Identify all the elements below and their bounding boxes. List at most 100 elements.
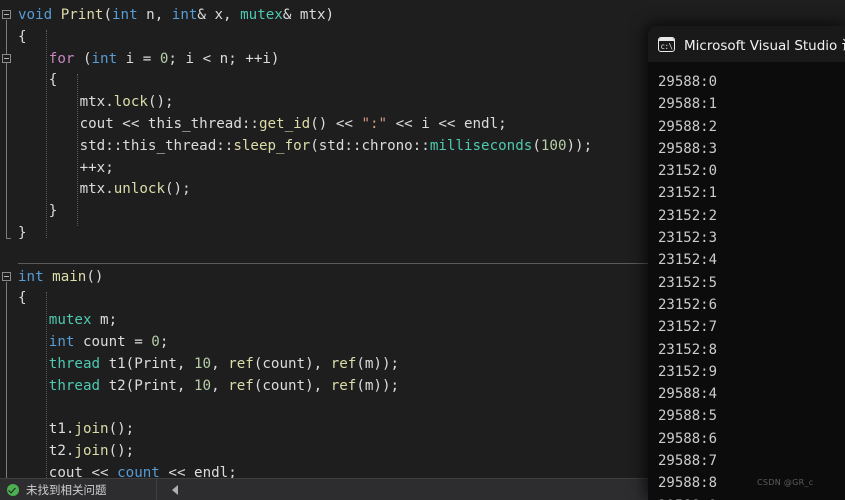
code-token: << i << endl; — [387, 116, 507, 132]
code-line: } — [18, 223, 27, 245]
console-output-line: 29588:2 — [658, 118, 718, 135]
code-token: )); — [566, 137, 593, 154]
console-output-area[interactable]: 29588:0 29588:1 29588:2 29588:3 23152:0 23152… — [648, 62, 845, 500]
code-token: join — [74, 443, 109, 459]
code-line: } — [49, 201, 58, 223]
console-title-bar[interactable]: c:\ Microsoft Visual Studio 调试 — [648, 26, 845, 62]
code-token: ref — [228, 355, 254, 372]
code-token: ; — [159, 334, 169, 350]
code-token: t1(Print, — [100, 355, 195, 372]
code-token: mutex — [240, 7, 283, 23]
fold-toggle-icon[interactable] — [2, 54, 11, 63]
console-output-line: 29588:1 — [658, 96, 718, 113]
code-token: Print — [60, 7, 104, 23]
code-token: for — [48, 50, 75, 67]
code-line: void Print(int n, int& x, mutex& mtx) — [18, 5, 334, 27]
code-token: ( — [532, 137, 541, 154]
code-token: int — [18, 268, 44, 285]
console-output-line: 29588:5 — [658, 408, 718, 425]
code-token: std::this_thread:: — [79, 137, 234, 154]
code-token: sleep_for — [233, 137, 311, 154]
arrow-left-icon[interactable] — [172, 484, 178, 495]
code-token: (m)); — [356, 377, 400, 394]
code-token: t1. — [48, 421, 75, 438]
status-divider — [156, 479, 157, 500]
code-token: get_id — [258, 116, 311, 132]
code-token: int — [111, 7, 138, 23]
code-token: t2. — [48, 443, 75, 459]
code-token: 10 — [194, 377, 212, 394]
code-line: thread t2(Print, 10, ref(count), ref(m))… — [49, 376, 399, 398]
code-line: mtx.lock(); — [80, 92, 174, 114]
console-output-line: 23152:3 — [658, 230, 718, 247]
code-token: cout << this_thread:: — [79, 116, 259, 132]
code-token: & x, — [197, 7, 241, 23]
code-token: int — [171, 7, 198, 23]
code-token: main — [52, 268, 87, 285]
code-line: { — [18, 27, 27, 49]
fold-range-line — [6, 20, 7, 238]
code-line: mutex m; — [49, 310, 117, 332]
code-token: } — [18, 225, 27, 241]
console-output-line: 23152:9 — [658, 363, 718, 380]
fold-toggle-icon[interactable] — [2, 272, 11, 281]
console-output-line: 23152:1 — [658, 185, 718, 202]
screenshot-root: void Print(int n, int& x, mutex& mtx){fo… — [0, 0, 845, 500]
code-token: mutex — [48, 312, 92, 329]
code-token: unlock — [113, 181, 166, 198]
console-title-text: Microsoft Visual Studio 调试 — [684, 38, 845, 54]
fold-range-foot — [6, 238, 11, 239]
status-message: 未找到相关问题 — [26, 482, 107, 497]
code-token: int — [91, 50, 118, 67]
code-token: ":" — [361, 116, 388, 132]
code-token: (); — [165, 181, 191, 198]
code-token: int — [48, 334, 75, 350]
console-output-line: 29588:9 — [658, 495, 845, 500]
code-token: { — [18, 28, 27, 45]
code-line: t2.join(); — [49, 441, 134, 463]
code-line: { — [49, 70, 58, 92]
console-output-line: 29588:0 — [658, 74, 718, 90]
code-token: lock — [113, 94, 148, 111]
code-token: } — [48, 203, 58, 220]
console-window-icon: c:\ — [658, 36, 675, 52]
code-token: ref — [330, 355, 357, 372]
code-token: 100 — [540, 137, 567, 154]
code-token: , — [211, 377, 229, 394]
console-output-line: 29588:7 — [658, 453, 718, 470]
code-token: (); — [108, 421, 135, 438]
editor-gutter[interactable] — [0, 0, 18, 478]
code-token: (); — [147, 94, 174, 111]
check-circle-icon — [7, 483, 19, 496]
console-output-line: 23152:5 — [658, 274, 718, 291]
code-line: ++x; — [80, 158, 114, 180]
code-token: thread — [48, 377, 101, 394]
code-line: cout << this_thread::get_id() << ":" << … — [80, 114, 507, 136]
code-line: mtx.unlock(); — [80, 179, 191, 201]
code-token: (std::chrono:: — [310, 137, 430, 154]
code-token: mtx. — [79, 181, 114, 198]
code-token: ref — [330, 377, 357, 394]
code-token: milliseconds — [429, 137, 533, 154]
console-output-line: 23152:8 — [658, 341, 718, 358]
code-token: , — [211, 355, 229, 372]
code-token: thread — [48, 355, 101, 372]
code-token: 10 — [194, 355, 212, 372]
console-output-line: 29588:4 — [658, 386, 718, 403]
console-output-line: 23152:0 — [658, 163, 718, 180]
fold-toggle-icon[interactable] — [2, 10, 11, 19]
code-token: (); — [108, 443, 135, 459]
console-output-line: 23152:7 — [658, 319, 718, 336]
code-line: { — [18, 288, 27, 310]
code-token: ( — [103, 7, 112, 23]
code-token: () << — [310, 116, 362, 132]
code-token: 0 — [151, 334, 160, 350]
code-token: ref — [228, 377, 254, 394]
debug-console-window[interactable]: c:\ Microsoft Visual Studio 调试 29588:0 29… — [648, 26, 845, 500]
console-output-line: 23152:4 — [658, 252, 718, 269]
code-token: ; i < n; ++i) — [168, 50, 280, 67]
code-token: { — [18, 290, 27, 307]
code-token: t2(Print, — [100, 377, 195, 394]
